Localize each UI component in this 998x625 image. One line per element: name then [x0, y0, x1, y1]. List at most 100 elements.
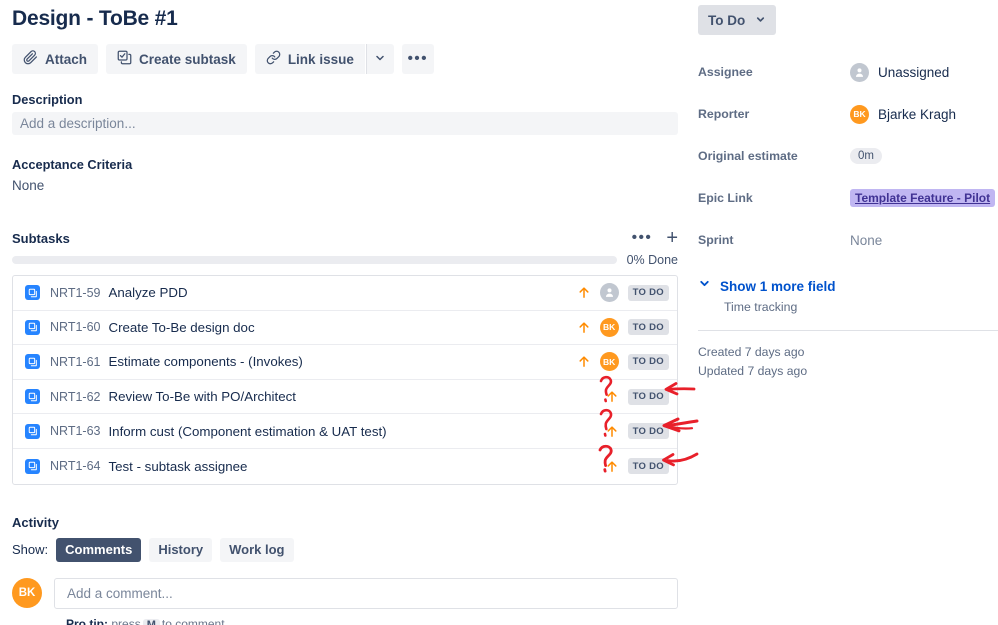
- field-reporter: Reporter BK Bjarke Kragh: [698, 103, 998, 125]
- updated-timestamp: Updated 7 days ago: [698, 364, 808, 378]
- field-label: Assignee: [698, 65, 753, 79]
- created-timestamp: Created 7 days ago: [698, 345, 805, 359]
- attach-button[interactable]: Attach: [12, 44, 99, 74]
- chevron-down-icon: [374, 52, 386, 67]
- table-row[interactable]: NRT1-62 Review To-Be with PO/Architect TO …: [13, 380, 677, 415]
- subtask-type-icon: [25, 458, 40, 474]
- subtasks-more-button[interactable]: •••: [632, 230, 653, 245]
- field-label: Epic Link: [698, 191, 753, 205]
- activity-title: Activity: [12, 514, 59, 530]
- activity-show-label: Show:: [12, 542, 49, 558]
- tab-work-log[interactable]: Work log: [220, 537, 294, 562]
- details-fields: Assignee Unassigned Reporter BK Bjarke K…: [698, 61, 998, 251]
- add-subtask-button[interactable]: +: [666, 227, 678, 249]
- issue-details-sidebar: To Do Assignee Unassigned Reporter BK Bj…: [698, 0, 998, 625]
- activity-section: Activity Show: Comments History Work log…: [12, 515, 678, 625]
- subtask-meta: BK TO DO: [577, 352, 669, 372]
- subtask-meta: BK TO DO: [577, 317, 669, 337]
- subtask-key-link[interactable]: NRT1-64: [50, 459, 100, 473]
- chevron-down-icon: [755, 13, 766, 28]
- field-value[interactable]: 0m: [850, 148, 882, 164]
- subtask-type-icon: [25, 354, 40, 370]
- paperclip-icon: [23, 50, 38, 68]
- jira-issue-view: Design - ToBe #1 Attach Create subtask L…: [0, 0, 998, 625]
- status-badge[interactable]: TO DO: [627, 284, 669, 301]
- link-issue-button[interactable]: Link issue: [254, 44, 365, 74]
- issue-main-column: Design - ToBe #1 Attach Create subtask L…: [0, 0, 690, 625]
- issue-action-toolbar: Attach Create subtask Link issue •••: [12, 44, 678, 74]
- description-label: Description: [12, 92, 83, 107]
- acceptance-criteria-label: Acceptance Criteria: [12, 157, 133, 172]
- subtask-type-icon: [25, 423, 40, 439]
- more-actions-button[interactable]: •••: [401, 44, 434, 74]
- subtask-key-link[interactable]: NRT1-61: [50, 355, 100, 369]
- field-value[interactable]: Unassigned: [850, 62, 949, 82]
- field-value[interactable]: BK Bjarke Kragh: [850, 104, 957, 124]
- field-value: Template Feature - Pilot: [850, 189, 996, 207]
- description-section: Description Add a description...: [12, 92, 678, 135]
- table-row[interactable]: NRT1-63 Inform cust (Component estimation…: [13, 414, 677, 449]
- status-badge[interactable]: TO DO: [627, 388, 669, 405]
- plus-icon: +: [666, 227, 678, 249]
- reporter-name: Bjarke Kragh: [878, 106, 957, 122]
- tab-history[interactable]: History: [149, 537, 213, 562]
- create-subtask-button[interactable]: Create subtask: [106, 44, 247, 74]
- pro-tip: Pro tip: press Mto comment: [66, 617, 678, 625]
- progress-bar-track: [12, 256, 617, 264]
- field-assignee: Assignee Unassigned: [698, 61, 998, 83]
- subtask-summary: Inform cust (Component estimation & UAT …: [108, 423, 387, 439]
- activity-filter-row: Show: Comments History Work log: [12, 537, 678, 562]
- acceptance-criteria-section: Acceptance Criteria None: [12, 157, 678, 193]
- table-row[interactable]: NRT1-60 Create To-Be design doc BK TO DO: [13, 311, 677, 346]
- tab-comments[interactable]: Comments: [56, 537, 142, 562]
- original-estimate-value: 0m: [850, 148, 882, 164]
- subtask-key-link[interactable]: NRT1-60: [50, 320, 100, 334]
- subtasks-header-actions: ••• +: [632, 227, 678, 249]
- subtask-key-link[interactable]: NRT1-62: [50, 390, 100, 404]
- avatar: BK: [599, 317, 619, 337]
- comment-input[interactable]: Add a comment...: [54, 577, 678, 609]
- priority-medium-icon: [605, 459, 619, 474]
- toolbar-more-dropdown-button[interactable]: [365, 44, 394, 74]
- avatar: BK: [850, 104, 869, 124]
- chevron-down-icon: [698, 277, 711, 295]
- priority-medium-icon: [605, 424, 619, 439]
- priority-medium-icon: [605, 389, 619, 404]
- subtask-summary: Test - subtask assignee: [108, 458, 248, 474]
- page-title: Design - ToBe #1: [12, 7, 178, 30]
- subtask-key-link[interactable]: NRT1-59: [50, 286, 100, 300]
- table-row[interactable]: NRT1-59 Analyze PDD TO DO: [13, 276, 677, 311]
- link-issue-split-button: Link issue: [254, 44, 394, 74]
- table-row[interactable]: NRT1-61 Estimate components - (Invokes) BK…: [13, 345, 677, 380]
- field-original-estimate: Original estimate 0m: [698, 145, 998, 167]
- status-badge[interactable]: TO DO: [627, 423, 669, 440]
- sprint-value: None: [850, 232, 883, 248]
- subtask-summary: Estimate components - (Invokes): [108, 354, 303, 370]
- status-badge[interactable]: TO DO: [627, 458, 669, 475]
- subtask-stack-icon: [117, 50, 132, 68]
- status-badge[interactable]: TO DO: [627, 319, 669, 336]
- subtasks-section: Subtasks ••• + 0% Done NRT1-59 Analyze PD…: [12, 227, 678, 485]
- description-input[interactable]: Add a description...: [12, 112, 678, 135]
- avatar: BK: [12, 577, 42, 608]
- status-dropdown[interactable]: To Do: [698, 5, 777, 35]
- subtasks-header: Subtasks ••• +: [12, 227, 678, 249]
- attach-button-label: Attach: [45, 51, 88, 67]
- field-sprint: Sprint None: [698, 229, 998, 251]
- show-more-fields-toggle[interactable]: Show 1 more field: [698, 277, 998, 295]
- sidebar-divider: [698, 330, 998, 331]
- status-dropdown-label: To Do: [708, 12, 746, 28]
- table-row[interactable]: NRT1-64 Test - subtask assignee TO DO: [13, 449, 677, 484]
- create-subtask-button-label: Create subtask: [139, 51, 236, 67]
- pro-tip-prefix: Pro tip:: [66, 616, 108, 625]
- field-label: Reporter: [698, 107, 750, 121]
- field-value[interactable]: None: [850, 233, 882, 248]
- epic-link-lozenge[interactable]: Template Feature - Pilot: [850, 189, 996, 207]
- avatar-unassigned-icon: [599, 283, 619, 303]
- field-label: Sprint: [698, 233, 734, 247]
- priority-medium-icon: [577, 320, 591, 335]
- issue-timestamps: Created 7 days ago Updated 7 days ago: [698, 343, 998, 381]
- subtask-key-link[interactable]: NRT1-63: [50, 424, 100, 438]
- status-badge[interactable]: TO DO: [627, 353, 669, 370]
- pro-tip-key: M: [142, 618, 160, 625]
